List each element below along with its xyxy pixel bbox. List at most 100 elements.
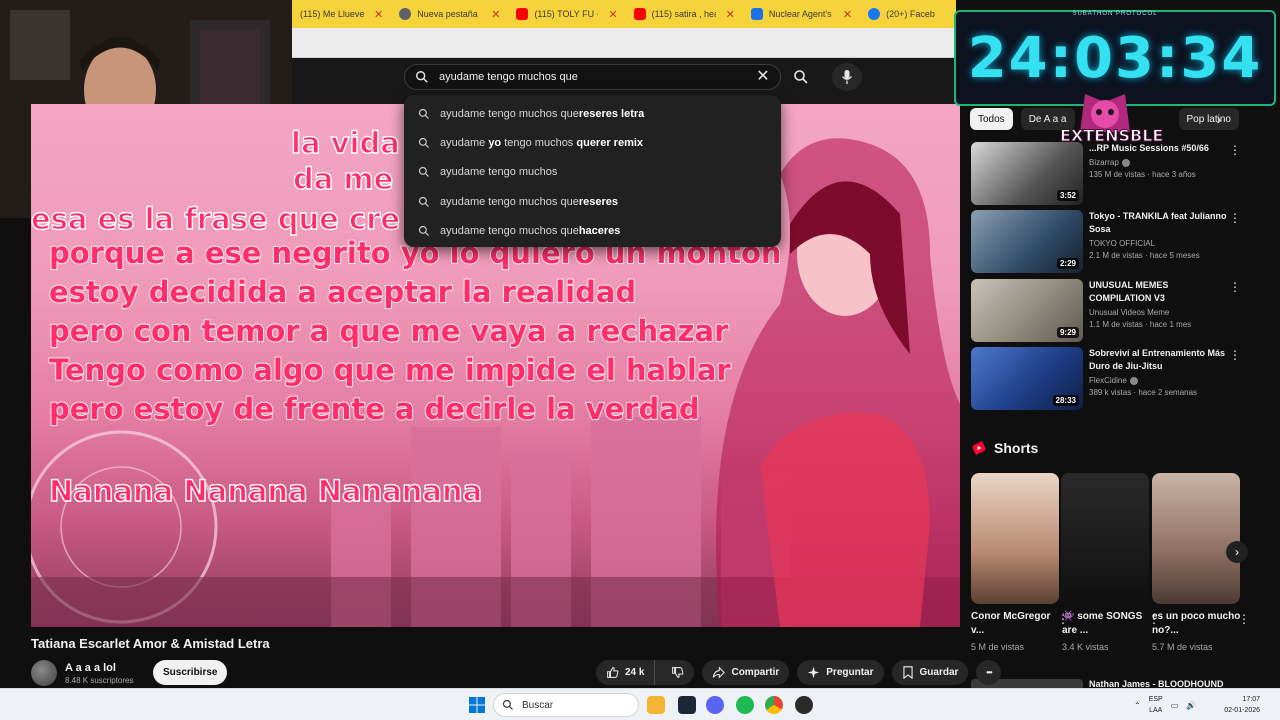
browser-tab[interactable]: (20+) Faceb xyxy=(860,0,956,28)
video-title[interactable]: Sobreviví al Entrenamiento Más Duro de J… xyxy=(1089,347,1229,373)
verified-icon xyxy=(1121,158,1130,167)
browser-tab[interactable]: (115) Me Llueven Las ✕ xyxy=(292,0,391,28)
chevron-right-icon[interactable]: › xyxy=(1208,108,1230,130)
browser-tab[interactable]: Nuclear Agent's Song ✕ xyxy=(743,0,860,28)
subscribe-button[interactable]: Suscribirse xyxy=(153,660,228,685)
tab-title: Nuclear Agent's Song xyxy=(768,9,833,19)
more-actions-button[interactable]: ••• xyxy=(976,660,1002,685)
taskbar-search[interactable]: Buscar xyxy=(493,693,639,717)
video-thumbnail[interactable]: 3:52 xyxy=(971,142,1083,205)
channel-name[interactable]: Bizarrap xyxy=(1089,158,1119,167)
duration-badge: 2:29 xyxy=(1056,258,1079,269)
short-thumbnail[interactable] xyxy=(971,473,1059,604)
clock[interactable]: 17:07 02-01-2026 xyxy=(1218,694,1260,716)
discord-icon[interactable] xyxy=(706,696,724,714)
video-stats: 1.1 M de vistas · hace 1 mes xyxy=(1089,320,1192,329)
suggestion-text: ayudame xyxy=(440,137,489,150)
close-tab-icon[interactable]: ✕ xyxy=(608,8,617,21)
short-title[interactable]: 👾 some SONGS are ... xyxy=(1062,610,1152,638)
more-options-icon[interactable]: ⋮ xyxy=(1229,144,1241,156)
close-tab-icon[interactable]: ✕ xyxy=(374,8,383,21)
obs-icon[interactable] xyxy=(795,696,813,714)
channel-name[interactable]: FlexCidine xyxy=(1089,376,1127,385)
suggestion-item[interactable]: ayudame yo tengo muchos querer remix xyxy=(404,128,781,157)
search-input[interactable]: ayudame tengo muchos que xyxy=(439,71,756,83)
clear-search-icon[interactable]: ✕ xyxy=(756,69,770,85)
windows-taskbar: Buscar ⌃ ESP LAA ▭ 🔊 17:07 02-01-2026 xyxy=(0,688,1280,720)
video-title[interactable]: UNUSUAL MEMES COMPILATION V3 xyxy=(1089,279,1229,305)
share-button[interactable]: Compartir xyxy=(702,660,790,685)
channel-name[interactable]: A a a a lol xyxy=(65,662,133,674)
video-stats: 2.1 M de vistas · hace 5 meses xyxy=(1089,251,1200,260)
chevron-up-icon[interactable]: ⌃ xyxy=(1134,701,1141,710)
suggestion-item[interactable]: ayudame tengo muchos quereseres letra xyxy=(404,99,781,128)
channel-name[interactable]: Unusual Videos Meme xyxy=(1089,308,1229,317)
lyrics-block: porque a ese negrito yo lo quiero un mon… xyxy=(48,234,782,429)
suggestion-item[interactable]: ayudame tengo muchos quereseres xyxy=(404,187,781,216)
shorts-header: Shorts xyxy=(972,440,1038,456)
network-icon[interactable]: ▭ xyxy=(1171,701,1179,710)
like-dislike-group: 24 k xyxy=(596,660,695,685)
browser-tab[interactable]: (115) TOLY FU - YouT ✕ xyxy=(508,0,625,28)
volume-icon[interactable]: 🔊 xyxy=(1186,701,1196,710)
recommendation-item[interactable]: 28:33 Sobreviví al Entrenamiento Más Dur… xyxy=(971,347,1251,411)
steam-icon[interactable] xyxy=(678,696,696,714)
search-suggestions: ayudame tengo muchos quereseres letra ay… xyxy=(404,95,781,247)
video-title[interactable]: ...RP Music Sessions #50/66 xyxy=(1089,142,1229,155)
chip-de-a-a-a[interactable]: De A a a xyxy=(1020,108,1075,130)
search-box[interactable]: ayudame tengo muchos que ✕ xyxy=(404,64,781,90)
avatar[interactable] xyxy=(31,660,57,686)
voice-search-button[interactable] xyxy=(832,63,862,91)
windows-start-icon[interactable] xyxy=(469,697,485,713)
spotify-icon[interactable] xyxy=(736,696,754,714)
channel-name[interactable]: TOKYO OFFICIAL xyxy=(1089,239,1229,248)
short-title[interactable]: Conor McGregor v... xyxy=(971,610,1061,638)
save-button[interactable]: Guardar xyxy=(891,660,969,685)
thumbs-down-icon xyxy=(672,667,684,678)
share-label: Compartir xyxy=(731,667,780,678)
language-indicator[interactable]: ESP LAA xyxy=(1149,694,1163,716)
search-button[interactable] xyxy=(786,63,816,91)
chrome-tab-icon xyxy=(399,8,412,20)
clock-time: 17:07 xyxy=(1242,696,1260,703)
more-options-icon[interactable]: ⋮ xyxy=(1229,212,1241,224)
suggestion-item[interactable]: ayudame tengo muchos quehaceres xyxy=(404,217,781,246)
recommendation-item[interactable]: 2:29 Tokyo - TRANKILA feat Julianno Sosa… xyxy=(971,210,1251,274)
video-thumbnail[interactable]: 28:33 xyxy=(971,347,1083,410)
microphone-icon xyxy=(841,70,853,84)
video-thumbnail[interactable]: 2:29 xyxy=(971,210,1083,273)
suggestion-text: tengo muchos xyxy=(501,137,577,150)
chip-todos[interactable]: Todos xyxy=(970,108,1013,130)
short-meta: Conor McGregor v... 5 M de vistas ⋮ xyxy=(971,610,1069,652)
recommendation-item[interactable]: 3:52 ...RP Music Sessions #50/66 Bizarra… xyxy=(971,142,1251,206)
chevron-right-icon[interactable]: › xyxy=(1226,541,1248,563)
more-options-icon[interactable]: ⋮ xyxy=(1238,612,1250,626)
chrome-icon[interactable] xyxy=(765,696,783,714)
dislike-button[interactable] xyxy=(661,660,694,685)
browser-tab[interactable]: (115) satira , heavy m ✕ xyxy=(626,0,743,28)
video-title[interactable]: Tokyo - TRANKILA feat Julianno Sosa xyxy=(1089,210,1229,236)
more-options-icon[interactable]: ⋮ xyxy=(1229,281,1241,293)
more-options-icon[interactable]: ⋮ xyxy=(1229,349,1241,361)
address-bar[interactable] xyxy=(292,28,956,58)
short-thumbnail[interactable] xyxy=(1152,473,1240,604)
save-label: Guardar xyxy=(919,667,959,678)
verified-icon xyxy=(1129,376,1138,385)
video-thumbnail[interactable]: 9:29 xyxy=(971,279,1083,342)
short-title[interactable]: es un poco mucho no?... xyxy=(1152,610,1242,638)
browser-tab[interactable]: Nueva pestaña ✕ xyxy=(391,0,508,28)
file-explorer-icon[interactable] xyxy=(647,696,665,714)
duration-badge: 3:52 xyxy=(1056,190,1079,201)
close-tab-icon[interactable]: ✕ xyxy=(843,8,852,21)
suggestion-text: ayudame tengo muchos que xyxy=(440,195,579,208)
suggestion-item[interactable]: ayudame tengo muchos xyxy=(404,158,781,187)
close-tab-icon[interactable]: ✕ xyxy=(491,8,500,21)
short-thumbnail[interactable] xyxy=(1061,473,1149,604)
close-tab-icon[interactable]: ✕ xyxy=(726,8,735,21)
like-button[interactable]: 24 k xyxy=(596,660,656,685)
short-views: 3.4 K vistas xyxy=(1062,642,1109,652)
thumbs-up-icon xyxy=(607,667,619,678)
ask-button[interactable]: Preguntar xyxy=(797,660,884,685)
search-icon xyxy=(418,226,429,237)
recommendation-item[interactable]: 9:29 UNUSUAL MEMES COMPILATION V3 Unusua… xyxy=(971,279,1251,343)
